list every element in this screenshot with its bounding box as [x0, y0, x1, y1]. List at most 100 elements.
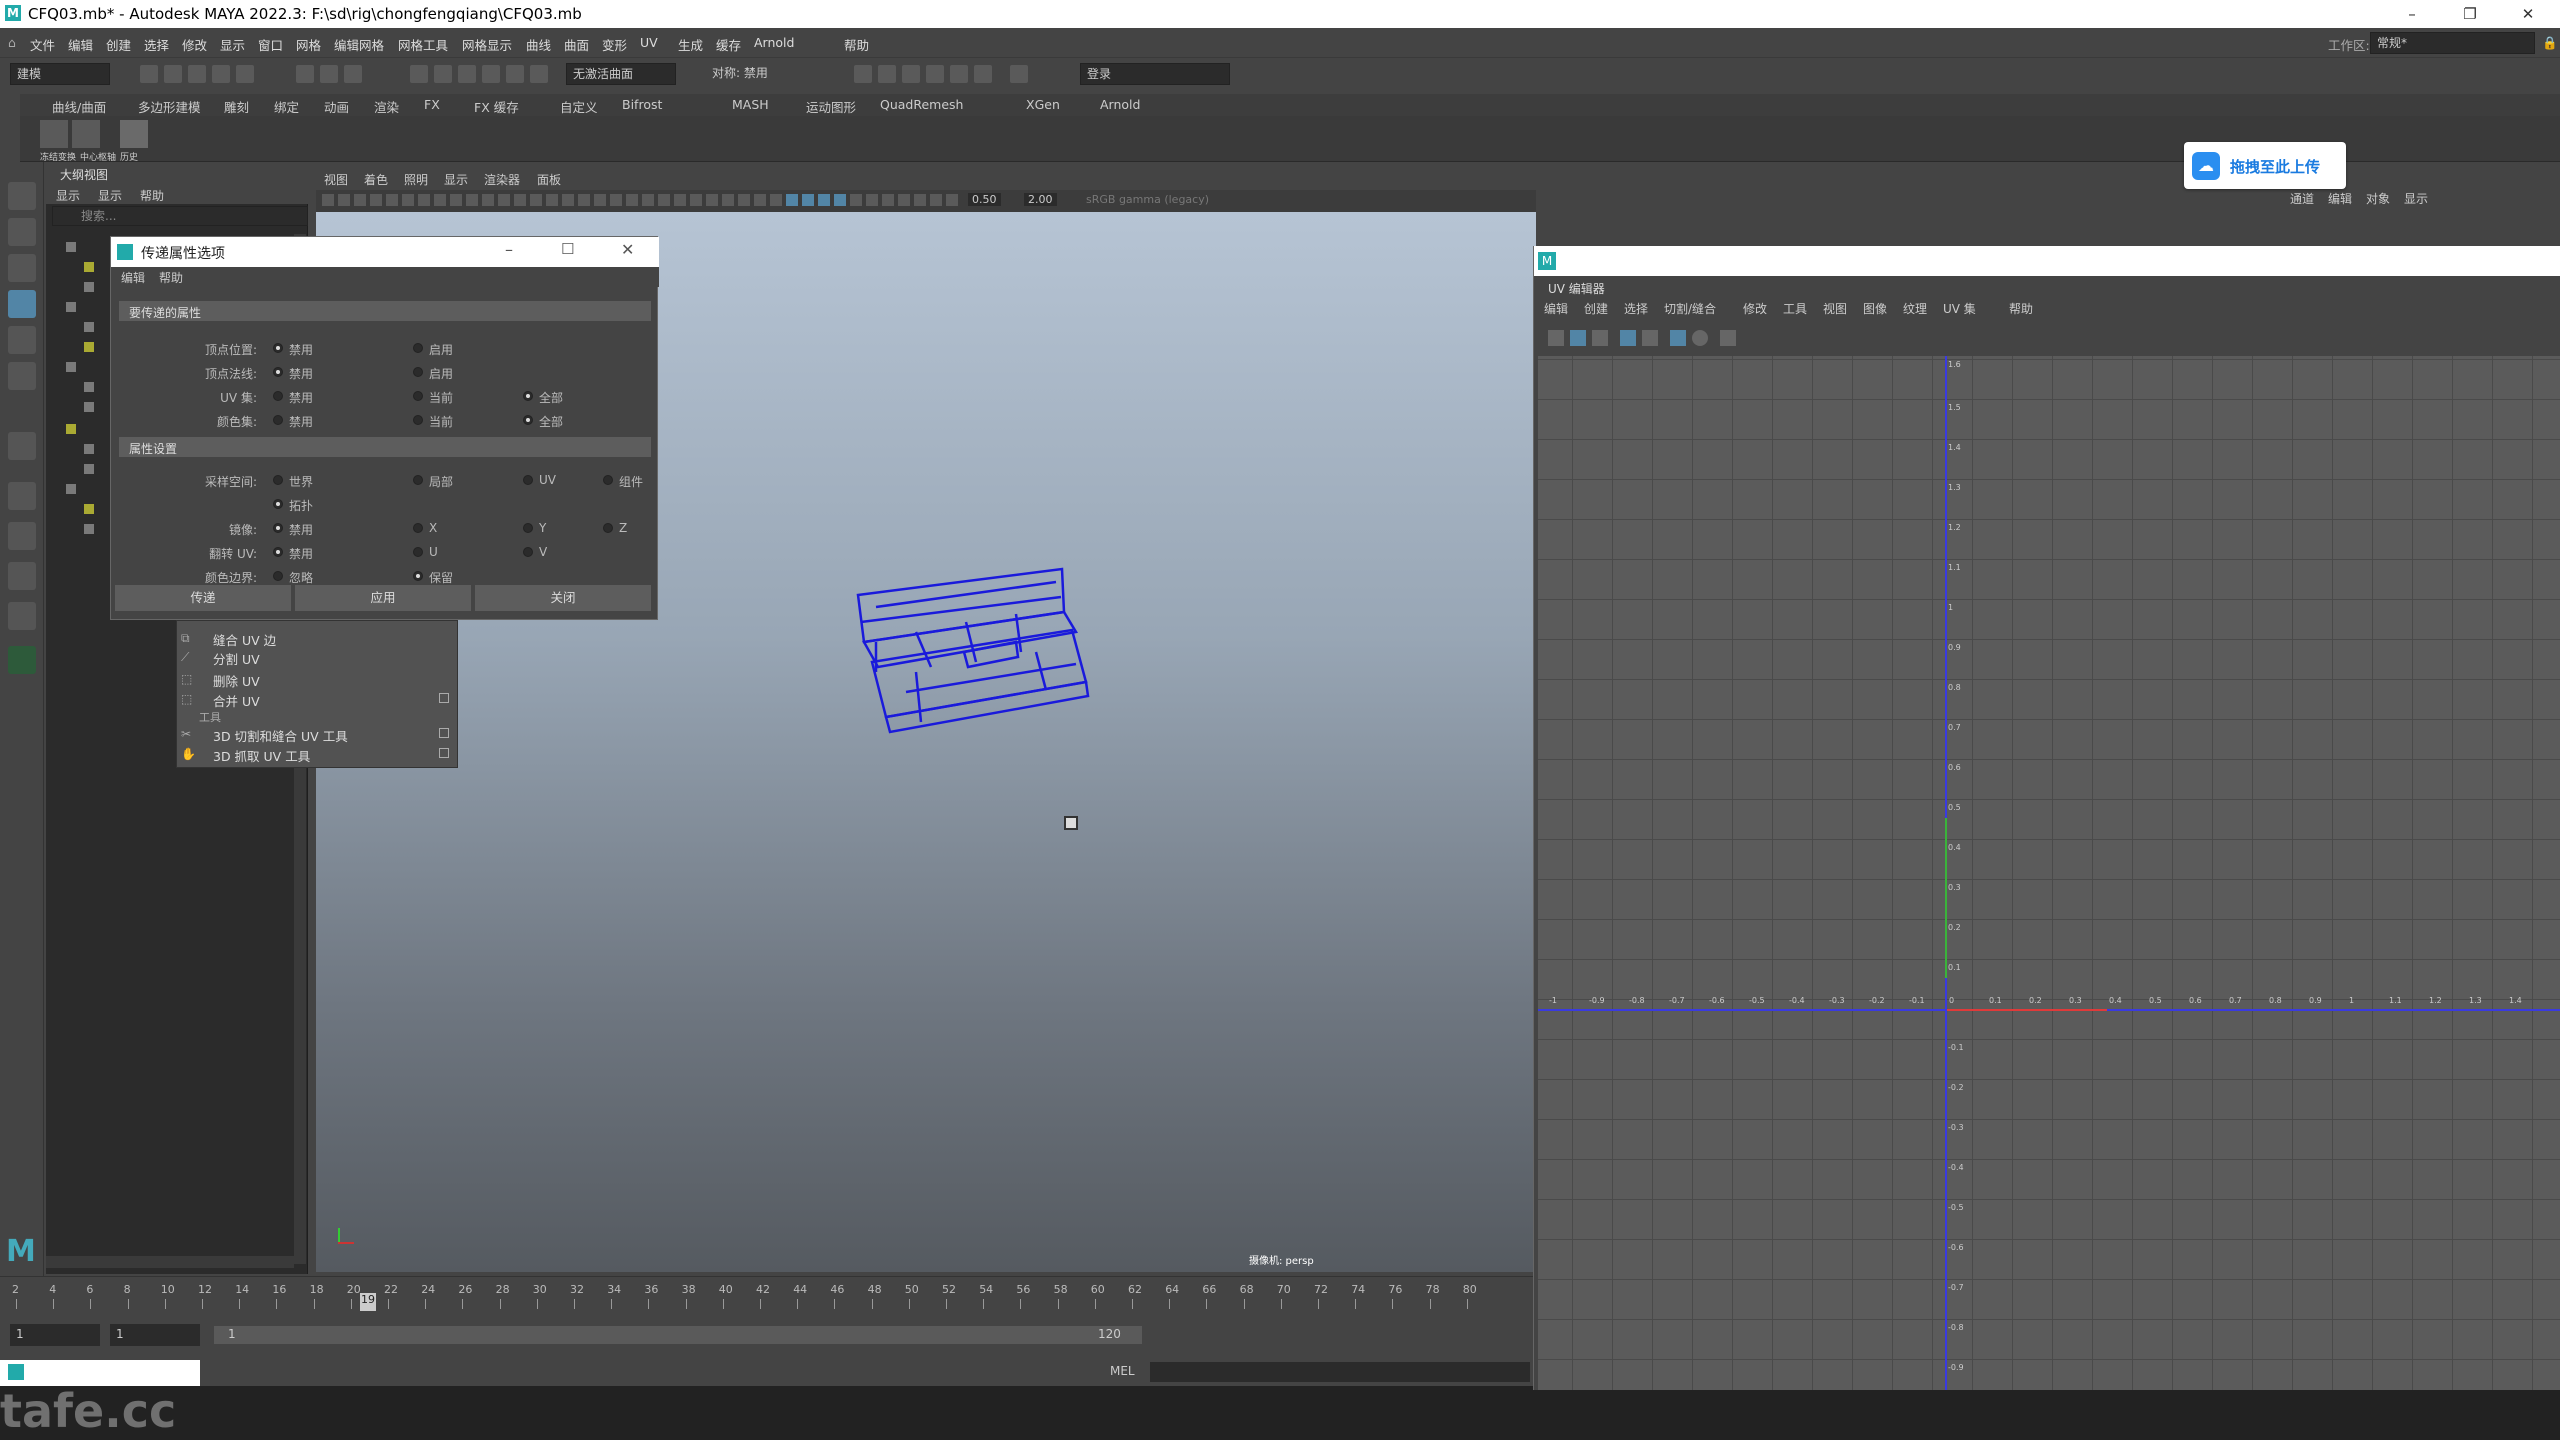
viewport-menu-item[interactable]: 照明 [404, 171, 428, 188]
viewport-tool-icon[interactable] [930, 194, 942, 206]
grab-options-box[interactable] [439, 748, 449, 758]
toolbar-icon[interactable] [236, 65, 254, 83]
minimized-window[interactable] [0, 1360, 200, 1386]
menu-item[interactable]: 创建 [106, 35, 131, 54]
uv-menu-item[interactable]: 修改 [1743, 300, 1767, 317]
rotate-tool-icon[interactable] [8, 326, 36, 354]
toolbar-icon[interactable] [410, 65, 428, 83]
menu-item[interactable]: 编辑网格 [334, 35, 384, 54]
restore-button[interactable]: ❐ [2450, 2, 2490, 26]
shelf-tab[interactable]: FX [424, 97, 440, 112]
viewport-tool-icon[interactable] [338, 194, 350, 206]
toolbar-icon[interactable] [926, 65, 944, 83]
menu-item-delete-uv[interactable]: 删除 UV [213, 671, 260, 690]
toolbar-icon[interactable] [188, 65, 206, 83]
menu-item[interactable]: 显示 [220, 35, 245, 54]
shelf-tab[interactable]: 雕刻 [224, 97, 249, 116]
viewport-tool-icon[interactable] [626, 194, 638, 206]
viewport-tool-icon[interactable] [498, 194, 510, 206]
lasso-tool-icon[interactable] [8, 218, 36, 246]
lock-icon[interactable]: 🔒 [2542, 35, 2558, 51]
viewport-tool-icon[interactable] [354, 194, 366, 206]
grid-icon[interactable] [1670, 330, 1686, 346]
uv-tool-icon[interactable] [1642, 330, 1658, 346]
shading-icon[interactable] [1692, 330, 1708, 346]
uv-tool-icon[interactable] [1592, 330, 1608, 346]
radio-button[interactable] [273, 547, 283, 557]
radio-button[interactable] [413, 475, 423, 485]
outliner-node-icon[interactable] [84, 382, 94, 392]
radio-button[interactable] [413, 523, 423, 533]
viewport-tool-icon[interactable] [450, 194, 462, 206]
toolbar-icon[interactable] [212, 65, 230, 83]
viewport-menu-item[interactable]: 视图 [324, 171, 348, 188]
uv-tool-icon[interactable] [1548, 330, 1564, 346]
outliner-node-icon[interactable] [66, 302, 76, 312]
viewport-tool-icon[interactable] [562, 194, 574, 206]
close-button[interactable]: ✕ [2508, 2, 2548, 26]
radio-button[interactable] [523, 415, 533, 425]
toolbar-icon[interactable] [140, 65, 158, 83]
shelf-tab[interactable]: 运动图形 [806, 97, 856, 116]
transfer-button[interactable]: 传递 [115, 585, 291, 611]
mel-label[interactable]: MEL [1110, 1364, 1135, 1378]
apply-button[interactable]: 应用 [295, 585, 471, 611]
shelf-tab[interactable]: 多边形建模 [138, 97, 201, 116]
outliner-node-icon[interactable] [84, 342, 94, 352]
radio-button[interactable] [413, 415, 423, 425]
outliner-node-icon[interactable] [84, 262, 94, 272]
outliner-node-icon[interactable] [84, 282, 94, 292]
viewport-tool-icon[interactable] [770, 194, 782, 206]
move-tool-icon[interactable] [8, 290, 36, 318]
symmetry-select[interactable]: 对称: 禁用 [706, 63, 806, 85]
uv-tool-icon[interactable] [1570, 330, 1586, 346]
gamma-field[interactable]: 2.00 [1024, 193, 1057, 206]
radio-button[interactable] [413, 547, 423, 557]
viewport-tool-icon[interactable] [818, 194, 830, 206]
shelf-tab[interactable]: XGen [1026, 97, 1060, 112]
outliner-menu-display[interactable]: 显示 [56, 187, 80, 204]
menu-item-3d-grab[interactable]: 3D 抓取 UV 工具 [213, 746, 310, 765]
attributes-section-header[interactable]: 要传递的属性 [119, 301, 651, 321]
login-button[interactable]: 登录 [1080, 63, 1230, 85]
uv-menu-item[interactable]: 视图 [1823, 300, 1847, 317]
playback-start-field[interactable]: 1 [110, 1324, 200, 1346]
outliner-node-icon[interactable] [66, 424, 76, 434]
single-view-icon[interactable] [8, 482, 36, 510]
viewport-tool-icon[interactable] [850, 194, 862, 206]
outliner-menu-show[interactable]: 显示 [98, 187, 122, 204]
cut-sew-options-box[interactable] [439, 728, 449, 738]
radio-button[interactable] [603, 523, 613, 533]
workspace-select[interactable]: 常规* [2370, 32, 2535, 54]
viewport-tool-icon[interactable] [482, 194, 494, 206]
toolbar-icon[interactable] [458, 65, 476, 83]
radio-button[interactable] [273, 571, 283, 581]
last-tool-icon[interactable] [8, 432, 36, 460]
center-pivot-icon[interactable] [72, 120, 100, 148]
viewport-tool-icon[interactable] [530, 194, 542, 206]
shelf-tab[interactable]: 曲线/曲面 [52, 97, 106, 116]
menu-item[interactable]: Arnold [754, 35, 794, 50]
radio-button[interactable] [523, 547, 533, 557]
exposure-field[interactable]: 0.50 [968, 193, 1001, 206]
menu-item[interactable]: 缓存 [716, 35, 741, 54]
uv-tool-icon[interactable] [1620, 330, 1636, 346]
history-icon[interactable] [120, 120, 148, 148]
menu-item[interactable]: 曲线 [526, 35, 551, 54]
mel-input[interactable] [1150, 1362, 1530, 1382]
menu-item[interactable]: 网格显示 [462, 35, 512, 54]
toolbar-icon[interactable] [902, 65, 920, 83]
menu-item[interactable]: 帮助 [844, 35, 869, 54]
radio-button[interactable] [413, 367, 423, 377]
close-dialog-button[interactable]: 关闭 [475, 585, 651, 611]
menuset-select[interactable]: 建模 [10, 63, 110, 85]
toolbar-icon[interactable] [344, 65, 362, 83]
viewport-tool-icon[interactable] [722, 194, 734, 206]
menu-item-merge-uv[interactable]: 合并 UV [213, 691, 260, 710]
toolbar-icon[interactable] [506, 65, 524, 83]
radio-button[interactable] [273, 343, 283, 353]
radio-button[interactable] [413, 343, 423, 353]
display-tab[interactable]: 显示 [2404, 190, 2428, 207]
viewport-tool-icon[interactable] [578, 194, 590, 206]
freeze-transform-icon[interactable] [40, 120, 68, 148]
